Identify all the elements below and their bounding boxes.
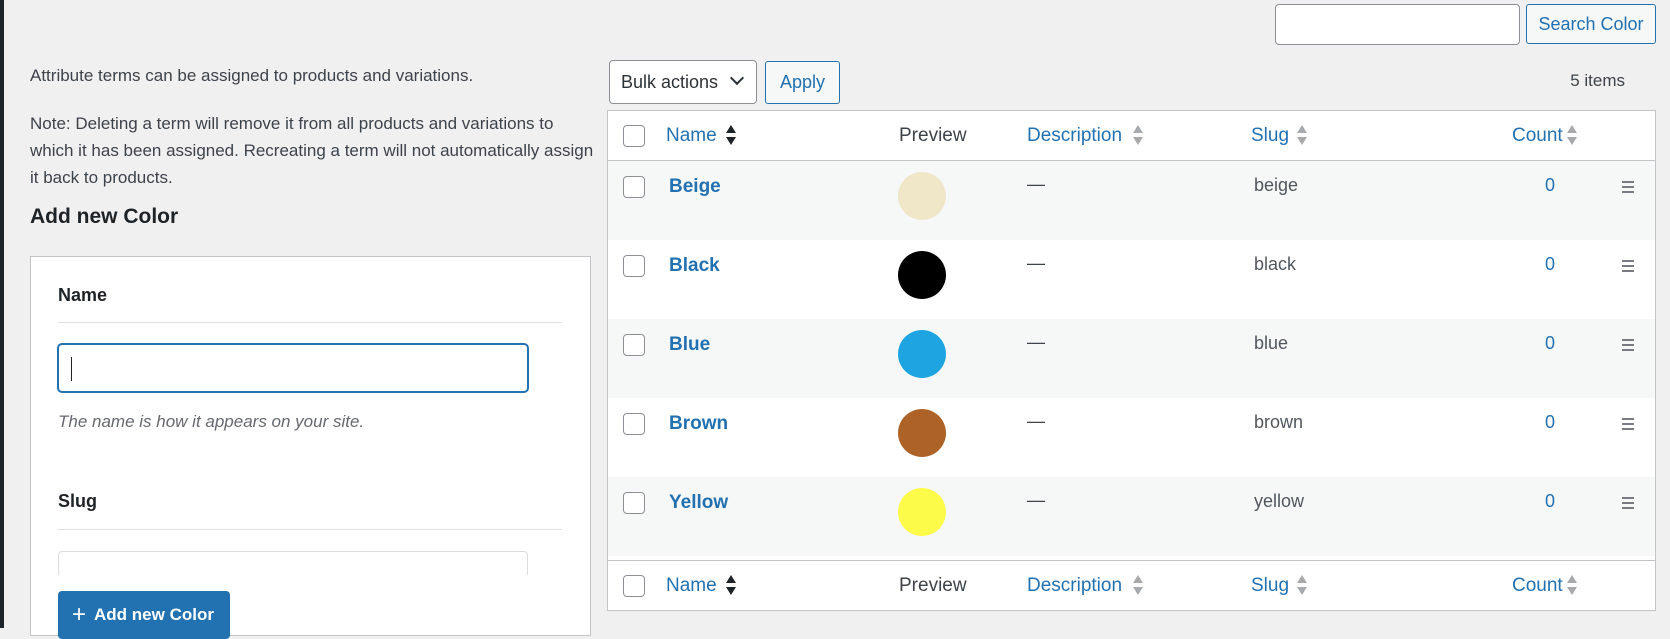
slug-field[interactable] — [58, 551, 528, 575]
drag-handle-icon[interactable] — [1622, 339, 1634, 354]
table-row: Brown — brown 0 — [608, 398, 1655, 477]
table-row: Beige — beige 0 — [608, 161, 1655, 240]
table-header: Name Preview Description Slug Count — [608, 111, 1655, 161]
term-count-link[interactable]: 0 — [1545, 412, 1555, 433]
sort-icon — [1567, 125, 1577, 147]
sort-icon — [1133, 575, 1143, 597]
column-description-header[interactable]: Description — [1027, 125, 1122, 147]
name-field[interactable] — [58, 344, 528, 392]
add-new-color-label: Add new Color — [94, 605, 214, 624]
drag-handle-icon[interactable] — [1622, 418, 1634, 433]
select-all-checkbox[interactable] — [623, 125, 645, 147]
column-count-header[interactable]: Count — [1512, 125, 1563, 147]
table-footer: Name Preview Description Slug Count — [608, 560, 1655, 610]
column-name-header[interactable]: Name — [666, 575, 717, 597]
search-color-button[interactable]: Search Color — [1526, 4, 1656, 44]
select-all-checkbox[interactable] — [623, 575, 645, 597]
sort-icon — [1297, 575, 1307, 597]
add-term-form: Name The name is how it appears on your … — [30, 256, 591, 639]
table-row: Yellow — yellow 0 — [608, 477, 1655, 556]
plus-icon: + — [72, 601, 87, 628]
drag-handle-icon[interactable] — [1622, 181, 1634, 196]
slug-label: Slug — [58, 491, 97, 511]
color-swatch — [898, 172, 946, 220]
add-new-color-button[interactable]: + Add new Color — [58, 591, 230, 639]
terms-table: Name Preview Description Slug Count Beig… — [607, 110, 1656, 611]
term-description: — — [1027, 411, 1045, 431]
row-checkbox[interactable] — [623, 255, 645, 277]
name-label: Name — [58, 285, 108, 305]
name-help-text: The name is how it appears on your site. — [58, 412, 365, 431]
row-checkbox[interactable] — [623, 176, 645, 198]
term-slug: brown — [1254, 412, 1304, 432]
column-description-header[interactable]: Description — [1027, 575, 1122, 597]
term-description: — — [1027, 174, 1045, 194]
search-input[interactable] — [1275, 4, 1520, 45]
apply-button[interactable]: Apply — [765, 61, 840, 104]
drag-handle-icon[interactable] — [1622, 497, 1634, 512]
term-slug: black — [1254, 254, 1297, 274]
delete-note: Note: Deleting a term will remove it fro… — [30, 114, 594, 187]
term-description: — — [1027, 253, 1045, 273]
intro-text: Attribute terms can be assigned to produ… — [30, 66, 474, 85]
sort-icon — [1567, 575, 1577, 597]
drag-handle-icon[interactable] — [1622, 260, 1634, 275]
term-name-link[interactable]: Brown — [669, 413, 728, 435]
term-count-link[interactable]: 0 — [1545, 333, 1555, 354]
table-row: Black — black 0 — [608, 240, 1655, 319]
sort-icon — [726, 125, 736, 147]
term-name-link[interactable]: Blue — [669, 334, 710, 356]
column-count-header[interactable]: Count — [1512, 575, 1563, 597]
sort-icon — [1133, 125, 1143, 147]
color-swatch — [898, 251, 946, 299]
sort-icon — [726, 575, 736, 597]
term-name-link[interactable]: Beige — [669, 176, 721, 198]
sort-icon — [1297, 125, 1307, 147]
color-swatch — [898, 488, 946, 536]
term-count-link[interactable]: 0 — [1545, 175, 1555, 196]
column-slug-header[interactable]: Slug — [1251, 575, 1289, 597]
column-name-header[interactable]: Name — [666, 125, 717, 147]
column-slug-header[interactable]: Slug — [1251, 125, 1289, 147]
slug-divider — [58, 529, 562, 530]
color-swatch — [898, 330, 946, 378]
column-preview-header: Preview — [899, 575, 967, 596]
text-caret — [71, 357, 72, 381]
term-slug: blue — [1254, 333, 1289, 353]
chevron-down-icon — [729, 70, 745, 86]
term-slug: yellow — [1254, 491, 1305, 511]
term-slug: beige — [1254, 175, 1299, 195]
term-count-link[interactable]: 0 — [1545, 491, 1555, 512]
bulk-actions-select[interactable]: Bulk actions — [609, 60, 757, 104]
add-new-heading: Add new Color — [30, 205, 179, 228]
column-preview-header: Preview — [899, 125, 967, 146]
term-count-link[interactable]: 0 — [1545, 254, 1555, 275]
items-count: 5 items — [1570, 71, 1625, 90]
row-checkbox[interactable] — [623, 492, 645, 514]
table-row: Blue — blue 0 — [608, 319, 1655, 398]
admin-sidebar-edge — [0, 0, 4, 628]
name-divider — [58, 322, 562, 323]
term-name-link[interactable]: Black — [669, 255, 720, 277]
term-description: — — [1027, 332, 1045, 352]
row-checkbox[interactable] — [623, 413, 645, 435]
term-description: — — [1027, 490, 1045, 510]
color-swatch — [898, 409, 946, 457]
bulk-actions-label: Bulk actions — [621, 71, 719, 92]
term-name-link[interactable]: Yellow — [669, 492, 728, 514]
row-checkbox[interactable] — [623, 334, 645, 356]
